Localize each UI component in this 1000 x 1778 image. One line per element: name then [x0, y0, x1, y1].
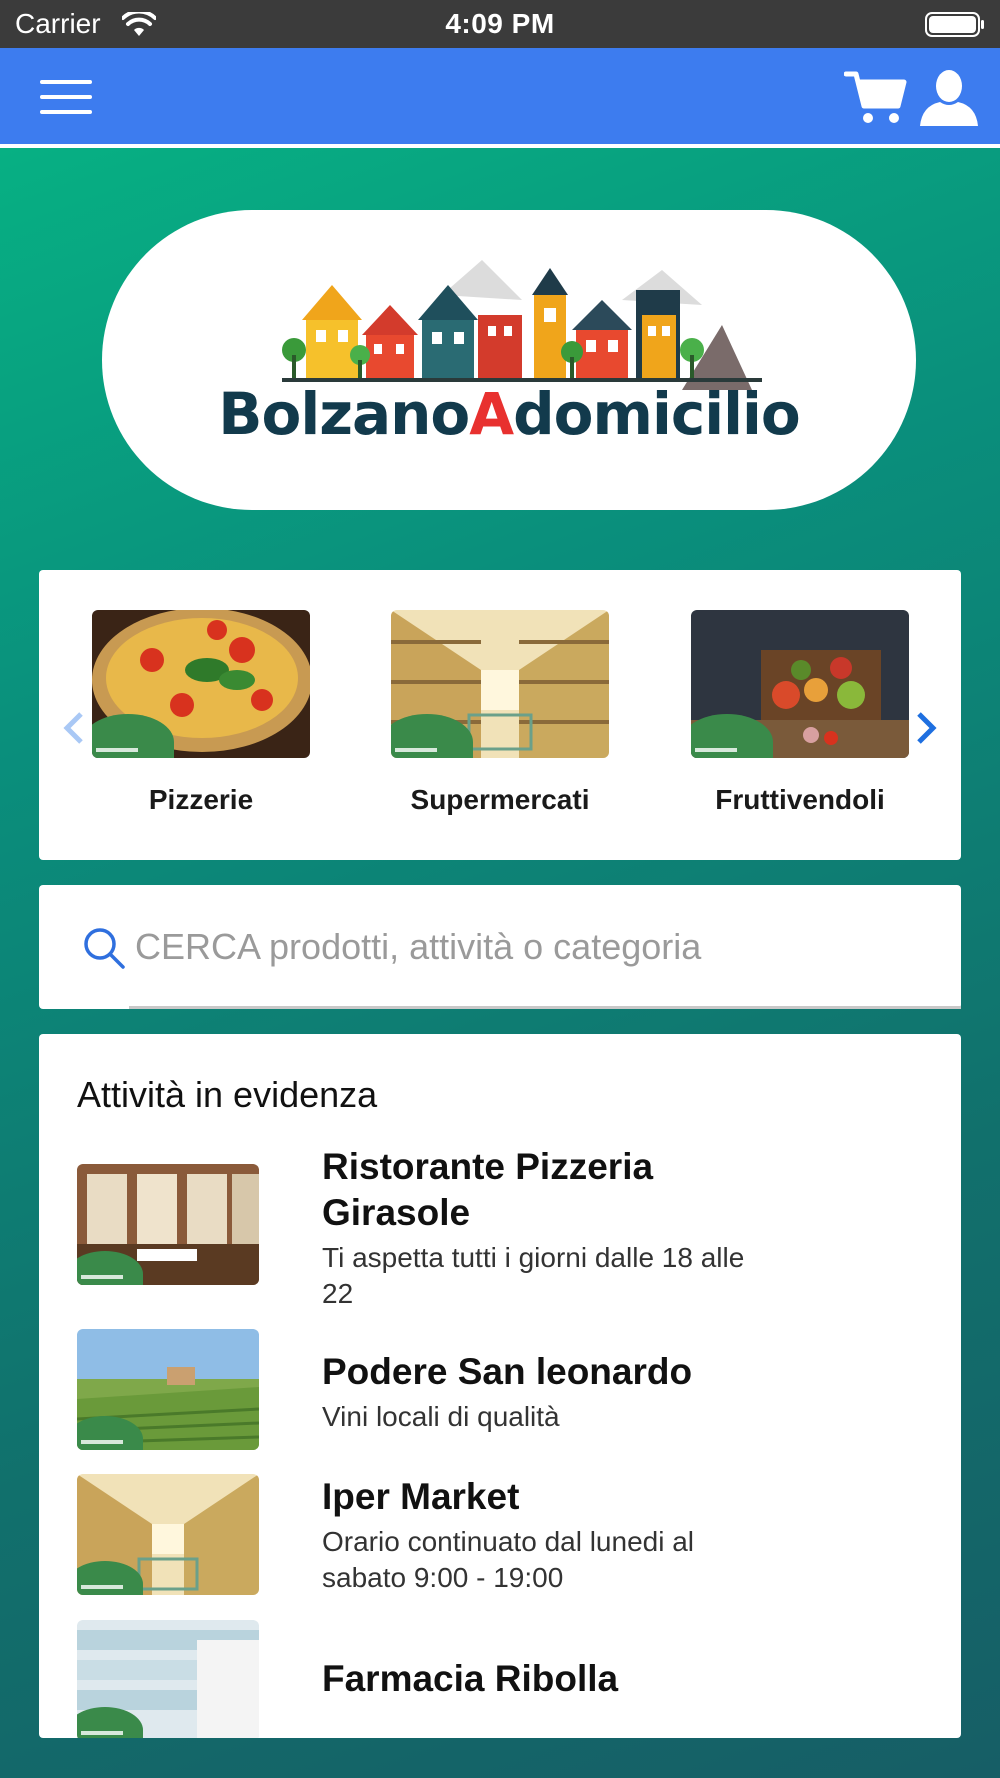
category-label: Pizzerie	[148, 784, 254, 815]
business-name: Podere San leonardo	[322, 1351, 693, 1392]
vineyard-image	[77, 1329, 259, 1450]
category-fruttivendoli[interactable]: Fruttivendoli	[691, 610, 909, 816]
status-bar: Carrier 4:09 PM	[0, 0, 1000, 48]
categories-carousel: Pizzerie Supermercati Fruttivendoli	[39, 570, 961, 860]
user-profile-icon[interactable]	[918, 68, 980, 128]
app-bar	[0, 48, 1000, 148]
pharmacy-image	[77, 1620, 259, 1738]
category-label: Supermercati	[410, 784, 590, 815]
category-label: Fruttivendoli	[715, 784, 885, 815]
restaurant-image	[77, 1164, 259, 1285]
chevron-right-icon[interactable]	[911, 710, 941, 746]
business-description: Vini locali di qualità	[322, 1401, 560, 1432]
town-illustration	[282, 260, 762, 390]
brand-logo: BolzanoAdomicilio	[102, 210, 916, 510]
battery-icon	[925, 12, 984, 37]
category-supermercati[interactable]: Supermercati	[391, 610, 609, 816]
list-item[interactable]: Podere San leonardo Vini locali di quali…	[77, 1329, 917, 1450]
business-name: Iper Market	[322, 1476, 520, 1517]
search-bar	[39, 885, 961, 1009]
business-description: Orario continuato dal lunedi al sabato 9…	[322, 1526, 695, 1593]
business-description: Ti aspetta tutti i giorni dalle 18 alle …	[322, 1242, 745, 1309]
brand-name: BolzanoAdomicilio	[218, 380, 800, 448]
search-underline	[129, 1006, 961, 1009]
featured-businesses: Attività in evidenza Ristorante Pizzeria…	[39, 1034, 961, 1738]
section-title: Attività in evidenza	[77, 1074, 378, 1115]
category-pizzerie[interactable]: Pizzerie	[92, 610, 310, 816]
pizza-image	[92, 610, 310, 758]
search-input[interactable]	[39, 907, 859, 987]
supermarket-image	[77, 1474, 259, 1595]
list-item[interactable]: Ristorante Pizzeria Girasole Ti aspetta …	[77, 1144, 917, 1314]
list-item[interactable]: Farmacia Ribolla	[77, 1620, 917, 1738]
clock: 4:09 PM	[445, 8, 555, 39]
hamburger-menu-icon[interactable]	[40, 80, 94, 116]
business-name: Ristorante Pizzeria Girasole	[322, 1146, 654, 1233]
list-item[interactable]: Iper Market Orario continuato dal lunedi…	[77, 1474, 917, 1595]
chevron-left-icon[interactable]	[59, 710, 89, 746]
supermarket-image	[391, 610, 609, 758]
vegetables-image	[691, 610, 909, 758]
shopping-cart-icon[interactable]	[844, 68, 908, 126]
business-name: Farmacia Ribolla	[322, 1658, 619, 1699]
